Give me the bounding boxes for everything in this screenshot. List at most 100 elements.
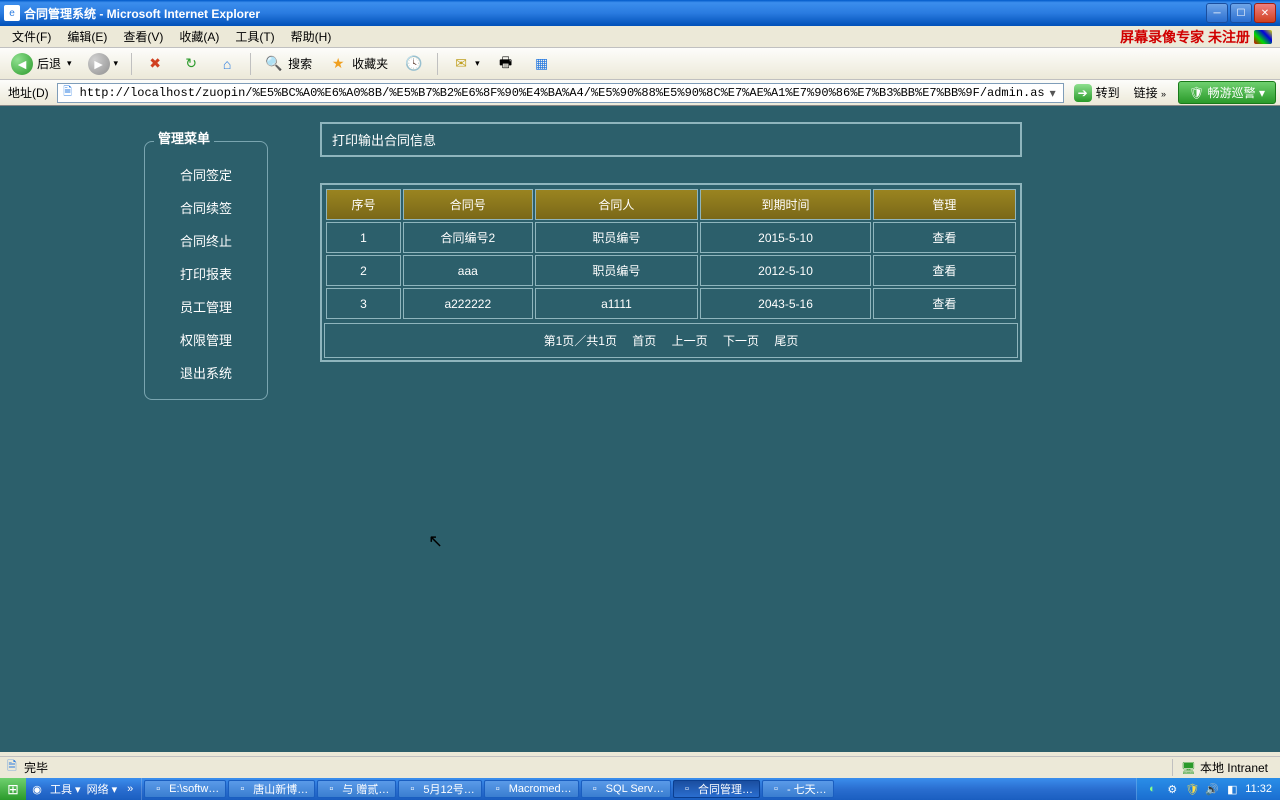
menu-favorites[interactable]: 收藏(A) — [171, 26, 227, 47]
ie-icon: e — [4, 5, 20, 21]
ql-tools[interactable]: 工具 ▾ — [50, 781, 81, 797]
col-expire: 到期时间 — [700, 189, 871, 220]
page-content: 管理菜单 合同签定 合同续签 合同终止 打印报表 员工管理 权限管理 退出系统 … — [0, 106, 1280, 752]
sidebar-item-permission[interactable]: 权限管理 — [145, 323, 267, 356]
sidebar-item-terminate[interactable]: 合同终止 — [145, 224, 267, 257]
menu-view[interactable]: 查看(V) — [115, 26, 171, 47]
data-table: 序号 合同号 合同人 到期时间 管理 1合同编号2职员编号2015-5-10查看… — [324, 187, 1018, 321]
watermark: 屏幕录像专家 未注册 — [1120, 27, 1276, 47]
view-link[interactable]: 查看 — [873, 288, 1016, 319]
task-icon: ▫ — [324, 782, 338, 796]
status-bar: 🗎 完毕 🖥 本地 Intranet — [0, 756, 1280, 778]
system-tray: ◐ ⚙ 🛡 🔊 ◧ 11:32 — [1136, 778, 1280, 800]
taskbar-task[interactable]: ▫与 赠贰… — [317, 780, 396, 798]
pager-last[interactable]: 尾页 — [774, 334, 798, 348]
close-button[interactable]: ✕ — [1254, 3, 1276, 23]
cell: 2043-5-16 — [700, 288, 871, 319]
ql-network[interactable]: 网络 ▾ — [87, 781, 118, 797]
edit-icon: ▦ — [532, 54, 552, 74]
sidebar-item-exit[interactable]: 退出系统 — [145, 356, 267, 389]
cell: a222222 — [403, 288, 533, 319]
task-icon: ▫ — [151, 782, 165, 796]
col-manage: 管理 — [873, 189, 1016, 220]
sidebar-item-employee[interactable]: 员工管理 — [145, 290, 267, 323]
menu-edit[interactable]: 编辑(E) — [59, 26, 115, 47]
task-icon: ▫ — [680, 782, 694, 796]
toolbar: ◄后退▾ ►▾ ✖ ↻ ⌂ 🔍搜索 ★收藏夹 🕓 ✉▾ 🖶 ▦ — [0, 48, 1280, 80]
view-link[interactable]: 查看 — [873, 255, 1016, 286]
menu-file[interactable]: 文件(F) — [4, 26, 59, 47]
table-header-row: 序号 合同号 合同人 到期时间 管理 — [326, 189, 1016, 220]
taskbar-task[interactable]: ▫唐山新博… — [228, 780, 315, 798]
cell: 2 — [326, 255, 401, 286]
forward-button[interactable]: ►▾ — [81, 49, 126, 79]
print-icon: 🖶 — [496, 54, 516, 74]
home-button[interactable]: ⌂ — [210, 50, 244, 78]
taskbar: ⊞ ◉ 工具 ▾ 网络 ▾ » ▫E:\softw…▫唐山新博…▫与 赠贰…▫5… — [0, 778, 1280, 800]
taskbar-task[interactable]: ▫合同管理… — [673, 780, 760, 798]
ql-icon[interactable]: ◉ — [30, 782, 44, 796]
cell: 合同编号2 — [403, 222, 533, 253]
task-icon: ▫ — [235, 782, 249, 796]
address-bar: 地址(D) 🗎 ▾ ➔转到 链接 » 🛡 畅游巡警 ▾ — [0, 80, 1280, 106]
taskbar-task[interactable]: ▫5月12号… — [398, 780, 481, 798]
view-link[interactable]: 查看 — [873, 222, 1016, 253]
taskbar-task[interactable]: ▫SQL Serv… — [581, 780, 671, 798]
refresh-button[interactable]: ↻ — [174, 50, 208, 78]
taskbar-task[interactable]: ▫E:\softw… — [144, 780, 226, 798]
quick-launch: ◉ 工具 ▾ 网络 ▾ » — [26, 778, 142, 800]
menu-tools[interactable]: 工具(T) — [227, 26, 282, 47]
page-icon: 🗎 — [60, 85, 76, 101]
links-label[interactable]: 链接 » — [1130, 84, 1170, 101]
pager-prev[interactable]: 上一页 — [672, 334, 708, 348]
tray-icon-2[interactable]: ⚙ — [1165, 782, 1179, 796]
sidebar-item-sign[interactable]: 合同签定 — [145, 158, 267, 191]
url-field[interactable]: 🗎 ▾ — [57, 83, 1064, 103]
mail-icon: ✉ — [451, 54, 471, 74]
tray-icon-1[interactable]: ◐ — [1145, 782, 1159, 796]
print-button[interactable]: 🖶 — [489, 50, 523, 78]
sidebar-item-renew[interactable]: 合同续签 — [145, 191, 267, 224]
pager-first[interactable]: 首页 — [632, 334, 656, 348]
taskbar-task[interactable]: ▫- 七天… — [762, 780, 834, 798]
col-contract-no: 合同号 — [403, 189, 533, 220]
cell: a1111 — [535, 288, 699, 319]
menubar: 文件(F) 编辑(E) 查看(V) 收藏(A) 工具(T) 帮助(H) 屏幕录像… — [0, 26, 1280, 48]
pager-next[interactable]: 下一页 — [723, 334, 759, 348]
tray-icon-5[interactable]: ◧ — [1225, 782, 1239, 796]
edit-button[interactable]: ▦ — [525, 50, 559, 78]
clock[interactable]: 11:32 — [1245, 783, 1272, 795]
security-zone: 🖥 本地 Intranet — [1172, 759, 1276, 776]
favorites-button[interactable]: ★收藏夹 — [321, 50, 395, 78]
sidebar-item-print[interactable]: 打印报表 — [145, 257, 267, 290]
task-icon: ▫ — [405, 782, 419, 796]
stop-button[interactable]: ✖ — [138, 50, 172, 78]
start-button[interactable]: ⊞ — [0, 778, 26, 800]
go-icon: ➔ — [1074, 84, 1092, 102]
back-button[interactable]: ◄后退▾ — [4, 49, 79, 79]
go-button[interactable]: ➔转到 — [1068, 82, 1126, 104]
ql-sep-icon[interactable]: » — [123, 782, 137, 796]
ext-button[interactable]: 🛡 畅游巡警 ▾ — [1178, 81, 1276, 104]
url-dropdown[interactable]: ▾ — [1045, 86, 1061, 100]
col-seq: 序号 — [326, 189, 401, 220]
taskbar-task[interactable]: ▫Macromed… — [484, 780, 579, 798]
history-button[interactable]: 🕓 — [397, 50, 431, 78]
back-icon: ◄ — [11, 53, 33, 75]
home-icon: ⌂ — [217, 54, 237, 74]
data-table-wrap: 序号 合同号 合同人 到期时间 管理 1合同编号2职员编号2015-5-10查看… — [320, 183, 1022, 362]
mail-button[interactable]: ✉▾ — [444, 50, 487, 78]
panel-header: 打印输出合同信息 — [320, 122, 1022, 157]
minimize-button[interactable]: ─ — [1206, 3, 1228, 23]
maximize-button[interactable]: ☐ — [1230, 3, 1252, 23]
cell: 1 — [326, 222, 401, 253]
cell: 2015-5-10 — [700, 222, 871, 253]
menu-help[interactable]: 帮助(H) — [283, 26, 340, 47]
window-titlebar: e 合同管理系统 - Microsoft Internet Explorer ─… — [0, 0, 1280, 26]
url-input[interactable] — [80, 86, 1045, 100]
tray-icon-4[interactable]: 🔊 — [1205, 782, 1219, 796]
main-panel: 打印输出合同信息 序号 合同号 合同人 到期时间 管理 1合同编号2职员编号20… — [320, 122, 1022, 362]
star-icon: ★ — [328, 54, 348, 74]
search-button[interactable]: 🔍搜索 — [257, 50, 319, 78]
tray-icon-3[interactable]: 🛡 — [1185, 782, 1199, 796]
